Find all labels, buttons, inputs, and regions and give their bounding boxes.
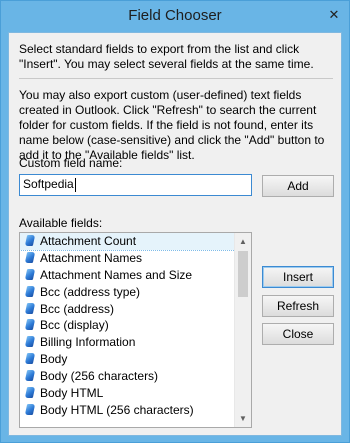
field-icon (24, 235, 36, 246)
list-item-label: Bcc (display) (40, 318, 109, 333)
field-icon (24, 302, 36, 314)
list-items: Attachment Count Attachment Names Attachme… (20, 233, 236, 419)
list-item-label: Body (40, 352, 68, 367)
list-item[interactable]: Attachment Names and Size (20, 267, 235, 284)
field-icon (24, 353, 36, 365)
list-item-label: Bcc (address type) (40, 284, 141, 299)
list-item-label: Body HTML (256 characters) (40, 402, 194, 417)
field-icon (24, 370, 36, 382)
field-icon (24, 387, 36, 399)
vertical-scrollbar[interactable]: ▲ ▼ (234, 233, 251, 427)
list-item-label: Billing Information (40, 335, 136, 350)
list-item-label: Attachment Names (40, 250, 143, 265)
list-item-label: Body HTML (40, 386, 104, 401)
list-item-label: Body (256 characters) (40, 369, 159, 384)
separator (19, 78, 333, 79)
scroll-up-icon[interactable]: ▲ (235, 233, 251, 250)
field-icon (24, 268, 36, 280)
field-icon (24, 319, 36, 331)
insert-button[interactable]: Insert (262, 266, 334, 288)
field-icon (24, 336, 36, 348)
list-item[interactable]: Attachment Count (20, 233, 236, 251)
refresh-button[interactable]: Refresh (262, 295, 334, 317)
list-item[interactable]: Body (256 characters) (20, 368, 235, 385)
intro-text: Select standard fields to export from th… (19, 42, 314, 71)
custom-fields-help-text: You may also export custom (user-defined… (19, 88, 325, 162)
list-item[interactable]: Bcc (address type) (20, 284, 235, 301)
field-chooser-window: Field Chooser ✕ Select standard fields t… (0, 0, 350, 443)
available-fields-list[interactable]: Attachment Count Attachment Names Attachme… (19, 232, 252, 428)
custom-field-input[interactable]: Softpedia (19, 174, 252, 196)
field-icon (24, 251, 36, 263)
field-icon (24, 403, 36, 415)
scrollbar-thumb[interactable] (238, 251, 248, 297)
add-button[interactable]: Add (262, 175, 334, 197)
list-item-label: Bcc (address) (40, 301, 115, 316)
list-item[interactable]: Attachment Names (20, 250, 235, 267)
dialog-body: Select standard fields to export from th… (8, 32, 342, 436)
title-bar[interactable]: Field Chooser ✕ (1, 1, 349, 32)
custom-field-value: Softpedia (23, 177, 74, 191)
custom-field-label: Custom field name: (19, 156, 123, 170)
text-caret (74, 177, 76, 192)
list-item[interactable]: Bcc (display) (20, 317, 235, 334)
scroll-down-icon[interactable]: ▼ (235, 410, 251, 427)
list-item-label: Attachment Count (40, 234, 137, 248)
close-icon[interactable]: ✕ (324, 6, 344, 24)
list-item[interactable]: Body HTML (20, 385, 235, 402)
close-button[interactable]: Close (262, 323, 334, 345)
list-item[interactable]: Body HTML (256 characters) (20, 402, 235, 419)
available-fields-label: Available fields: (19, 216, 103, 230)
list-item[interactable]: Billing Information (20, 334, 235, 351)
list-item[interactable]: Bcc (address) (20, 301, 235, 318)
window-title: Field Chooser (128, 7, 222, 24)
list-item[interactable]: Body (20, 351, 235, 368)
field-icon (24, 285, 36, 297)
list-item-label: Attachment Names and Size (40, 267, 193, 282)
